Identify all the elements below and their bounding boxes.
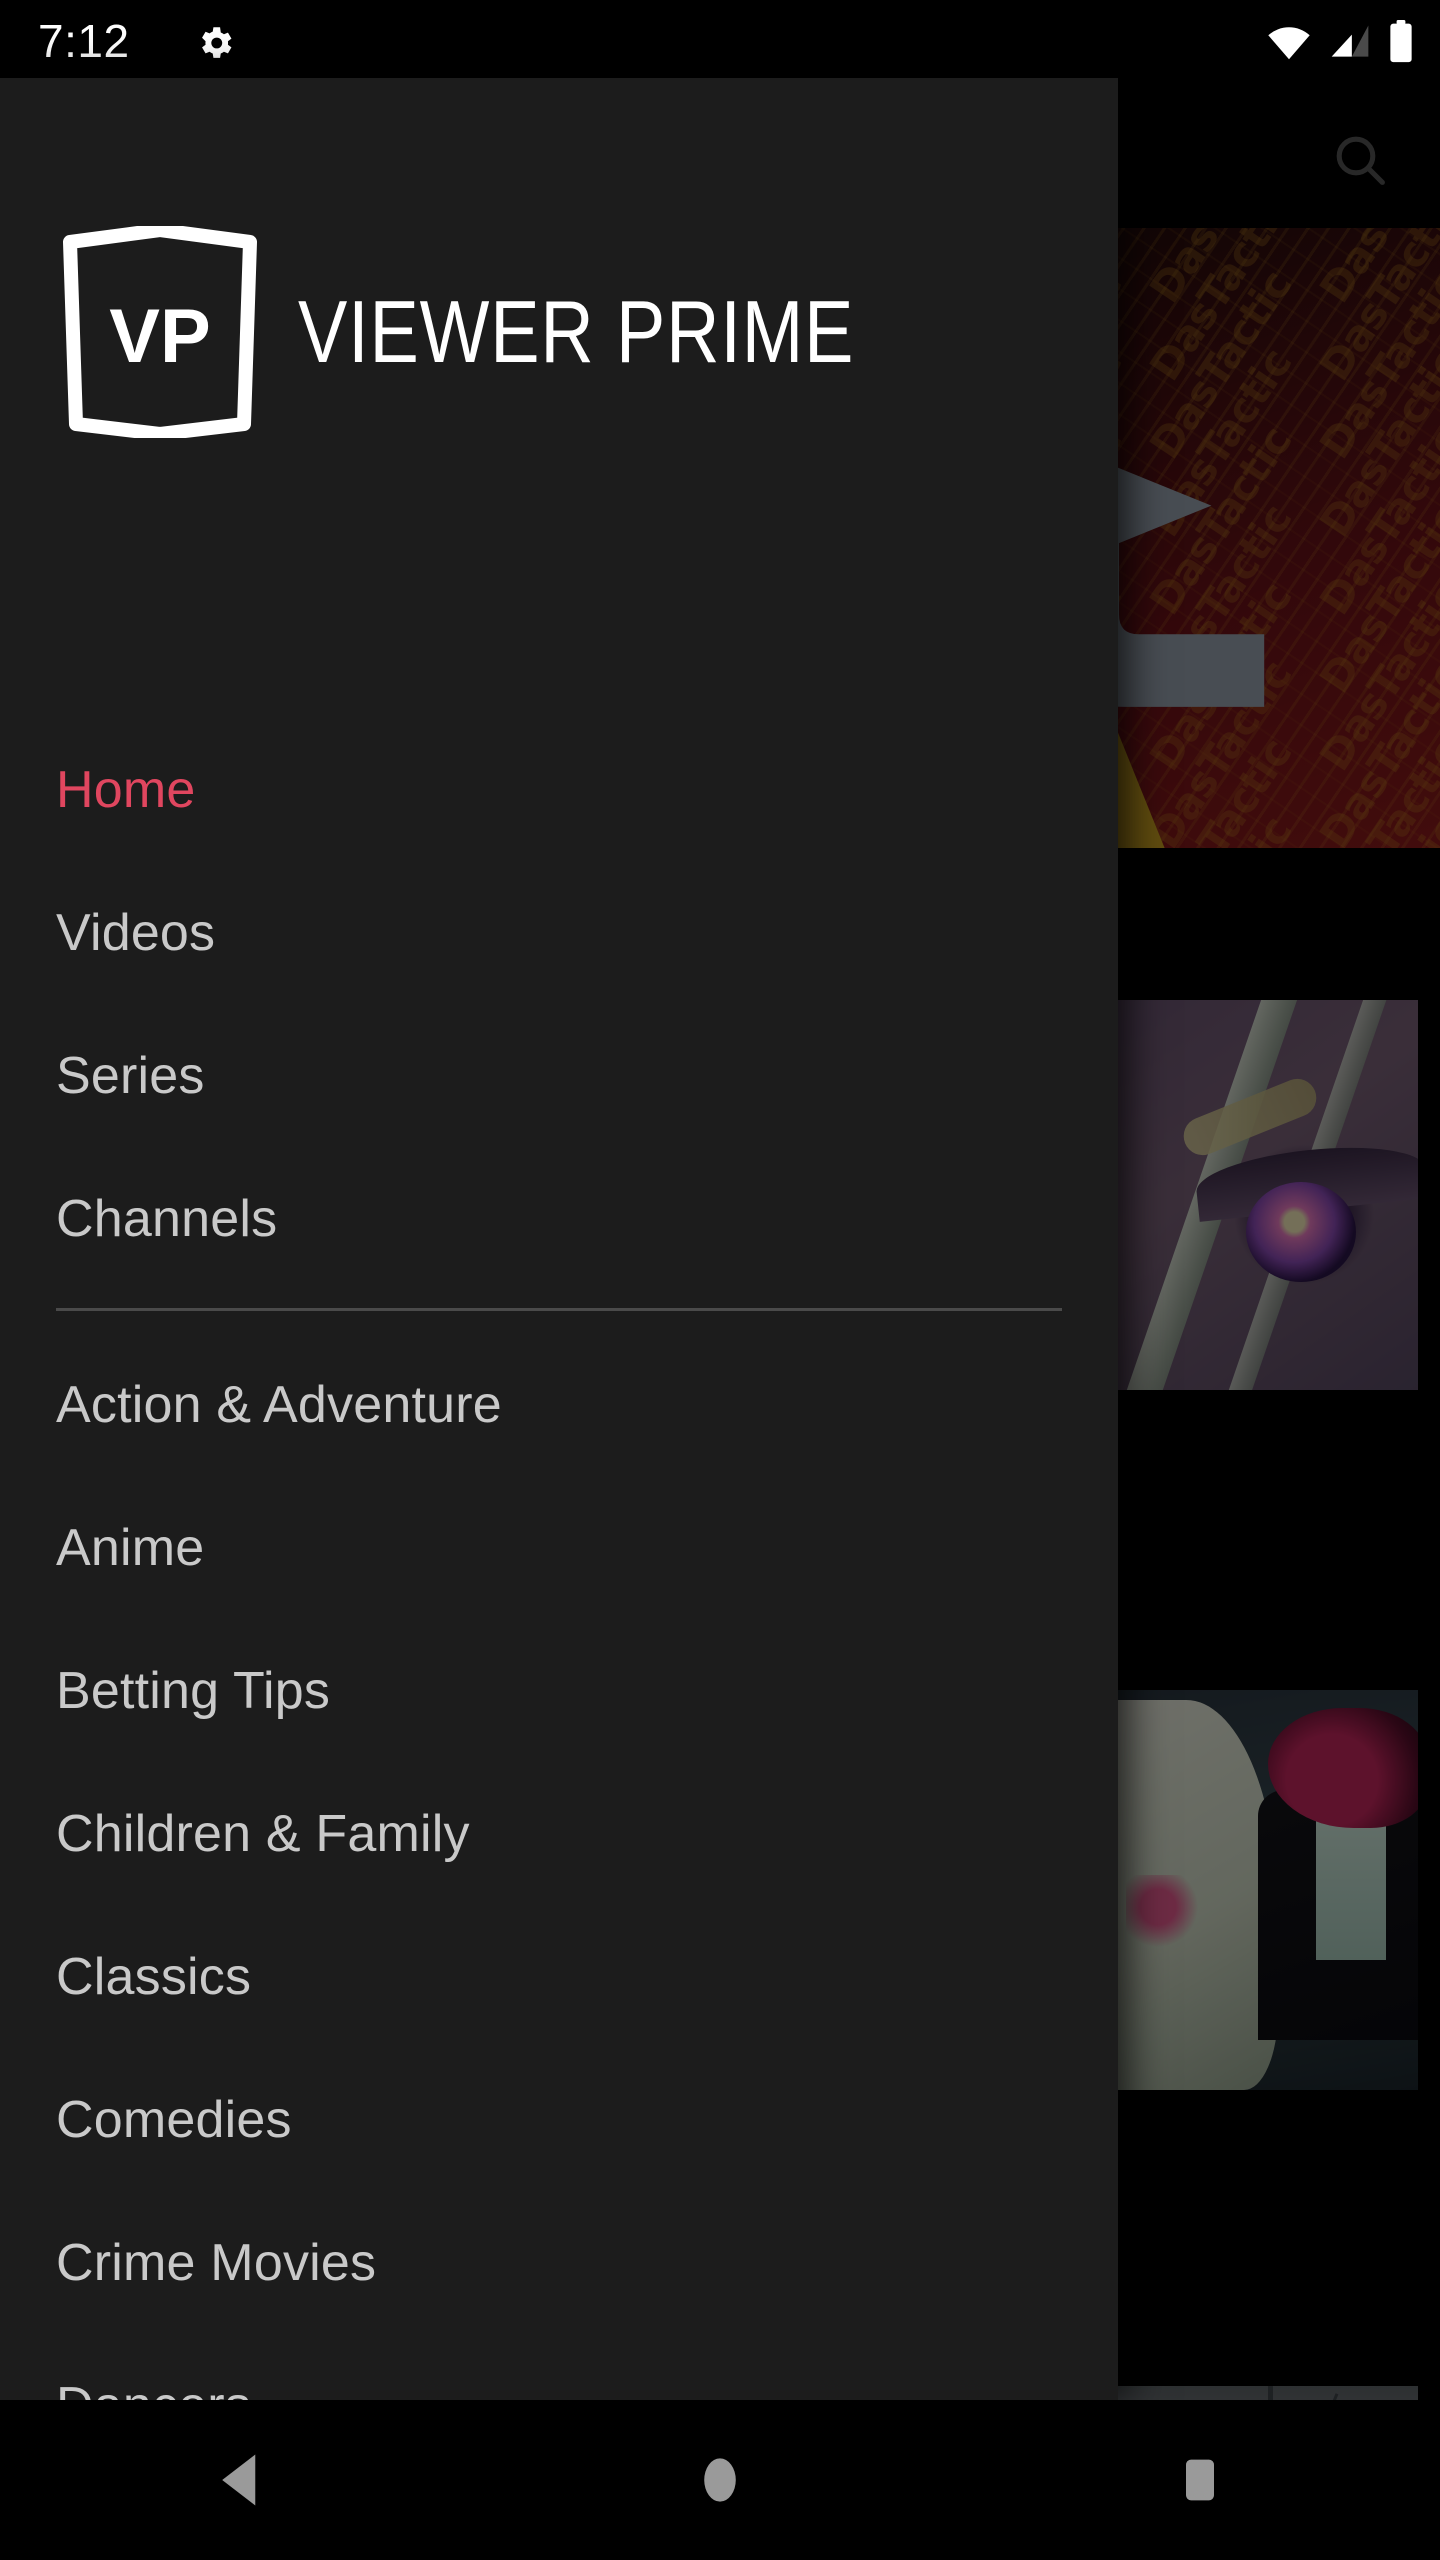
sidebar-item-label: Dancers (56, 2376, 251, 2401)
sidebar-item-crime-movies[interactable]: Crime Movies (0, 2191, 1118, 2334)
gear-icon (194, 22, 236, 64)
sidebar-item-betting-tips[interactable]: Betting Tips (0, 1619, 1118, 1762)
svg-text:VP: VP (109, 294, 210, 379)
drawer-primary-nav: Home Videos Series Channels (0, 718, 1118, 1290)
sidebar-item-label: Channels (56, 1189, 278, 1248)
sidebar-item-label: Crime Movies (56, 2233, 377, 2292)
wifi-icon (1266, 22, 1312, 67)
sidebar-item-action-adventure[interactable]: Action & Adventure (0, 1333, 1118, 1476)
recents-square-icon[interactable] (1100, 2400, 1300, 2560)
battery-full-icon (1388, 19, 1414, 69)
sidebar-item-label: Children & Family (56, 1804, 470, 1863)
sidebar-item-label: Series (56, 1046, 205, 1105)
sidebar-item-classics[interactable]: Classics (0, 1905, 1118, 2048)
sidebar-item-anime[interactable]: Anime (0, 1476, 1118, 1619)
sidebar-item-home[interactable]: Home (0, 718, 1118, 861)
status-indicators (1266, 19, 1414, 69)
drawer-category-nav: Action & Adventure Anime Betting Tips Ch… (0, 1333, 1118, 2401)
phone-screen: DasTacticDasTacticDasTacticDasTacticDasT… (0, 0, 1440, 2560)
app-logo-text: VIEWER PRIME (298, 282, 855, 381)
sidebar-item-videos[interactable]: Videos (0, 861, 1118, 1004)
sidebar-item-label: Betting Tips (56, 1661, 331, 1720)
system-nav-bar (0, 2400, 1440, 2560)
back-triangle-icon[interactable] (140, 2400, 340, 2560)
sidebar-item-comedies[interactable]: Comedies (0, 2048, 1118, 2191)
vp-logo-mark-icon: VP (56, 223, 264, 441)
sidebar-item-series[interactable]: Series (0, 1004, 1118, 1147)
sidebar-item-label: Anime (56, 1518, 205, 1577)
app-logo: VP VIEWER PRIME (56, 223, 960, 441)
cellular-signal-icon (1328, 22, 1372, 67)
sidebar-item-dancers[interactable]: Dancers (0, 2334, 1118, 2401)
status-clock: 7:12 (38, 15, 130, 67)
navigation-drawer: VP VIEWER PRIME Home Videos Series Chann… (0, 78, 1118, 2400)
sidebar-item-label: Home (56, 760, 196, 819)
home-circle-icon[interactable] (620, 2400, 820, 2560)
drawer-divider (56, 1308, 1062, 1311)
sidebar-item-label: Classics (56, 1947, 252, 2006)
sidebar-item-label: Action & Adventure (56, 1375, 502, 1434)
sidebar-item-channels[interactable]: Channels (0, 1147, 1118, 1290)
sidebar-item-label: Videos (56, 903, 216, 962)
sidebar-item-children-family[interactable]: Children & Family (0, 1762, 1118, 1905)
status-bar: 7:12 (0, 0, 1440, 78)
sidebar-item-label: Comedies (56, 2090, 292, 2149)
